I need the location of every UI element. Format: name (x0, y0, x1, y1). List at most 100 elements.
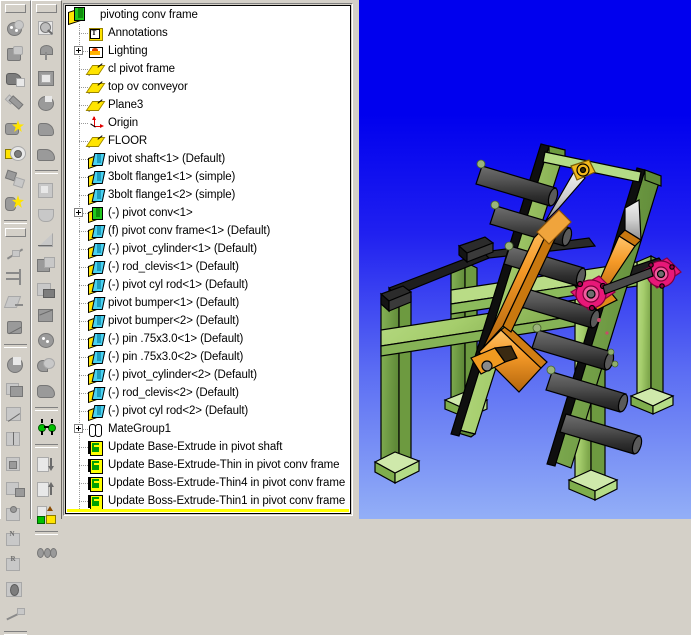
toolbar-button-coordinate-system[interactable] (2, 290, 29, 315)
assembly-tools-toolbar[interactable]: N R (0, 0, 31, 635)
tree-row[interactable]: T Annotations (66, 24, 350, 42)
tree-row[interactable]: Plane3 (66, 96, 350, 114)
toolbar-grip[interactable] (5, 4, 26, 13)
tree-row-label: (-) pivot_cylinder<2> (Default) (108, 369, 258, 381)
part-icon (88, 188, 106, 206)
explode-view-icon (4, 169, 26, 189)
toolbar-button-section-view[interactable] (2, 352, 29, 377)
toolbar-button-pan[interactable] (33, 116, 60, 141)
toolbar-button-shaded-dome[interactable] (33, 353, 60, 378)
tree-row[interactable]: (-) pivot conv<1> (66, 204, 350, 224)
tree-row[interactable]: top ov conveyor (66, 78, 350, 96)
tree-row-root[interactable]: pivoting conv frame (66, 6, 350, 26)
toolbar-button-simulation[interactable] (33, 539, 60, 564)
toolbar-button-edit-part[interactable] (2, 16, 29, 41)
part-icon (88, 260, 106, 278)
tree-expander-plus[interactable] (74, 424, 83, 433)
toolbar-button-composite-curve[interactable] (2, 477, 29, 502)
tree-row[interactable]: Update Base-Extrude in pivot shaft (66, 438, 350, 456)
cad-model-pivoting-conv-frame[interactable] (359, 0, 691, 519)
toolbar-button-shaded[interactable] (33, 253, 60, 278)
toolbar-button-move-component[interactable] (33, 415, 60, 440)
toolbar-button-insert-component[interactable] (2, 41, 29, 66)
tree-row[interactable]: FLOOR (66, 132, 350, 150)
toolbar-button-section-view[interactable] (33, 303, 60, 328)
tree-row[interactable]: (-) pivot_cylinder<1> (Default) (66, 240, 350, 260)
toolbar-grip[interactable] (5, 228, 26, 237)
suppression-state-icon (4, 94, 26, 113)
toolbar-button-helix[interactable] (2, 502, 29, 527)
tree-row-label: (-) pin .75x3.0<1> (Default) (108, 333, 244, 345)
tree-row[interactable]: cl pivot frame (66, 60, 350, 78)
tree-row-label: cl pivot frame (108, 63, 175, 75)
toolbar-button-pan-hand[interactable] (33, 378, 60, 403)
toolbar-button-split-line[interactable] (2, 427, 29, 452)
tree-row[interactable]: (-) pivot cyl rod<2> (Default) (66, 402, 350, 422)
tree-row[interactable]: (f) pivot conv frame<1> (Default) (66, 222, 350, 242)
tree-row[interactable]: pivot shaft<1> (Default) (66, 150, 350, 170)
toolbar-button-axis[interactable] (2, 265, 29, 290)
toolbar-button-reference-geometry[interactable] (2, 377, 29, 402)
part-icon (88, 314, 106, 332)
toolbar-button-smart-fasteners[interactable] (2, 191, 29, 216)
tree-row[interactable]: Update Boss-Extrude-Thin1 in pivot conv … (66, 492, 350, 510)
toolbar-button-shape[interactable] (2, 602, 29, 627)
tree-scroll-area[interactable]: pivoting conv frame T Annotations Lighting c… (66, 6, 350, 513)
toolbar-grip[interactable] (36, 4, 57, 13)
tree-expander-plus[interactable] (74, 208, 83, 217)
graphics-viewport[interactable] (359, 0, 691, 519)
toolbar-button-zoom-in-out[interactable] (33, 66, 60, 91)
toolbar-button-perspective[interactable] (33, 328, 60, 353)
tree-row[interactable]: (-) pin .75x3.0<1> (Default) (66, 330, 350, 350)
tree-row[interactable]: Update Base-Extrude-Thin in pivot conv f… (66, 456, 350, 474)
toolbar-button-move-up[interactable] (33, 477, 60, 502)
tree-row-label: Update Boss-Extrude-Thin1 in pivot conv … (108, 495, 346, 507)
toolbar-button-curve-ref[interactable]: R (2, 552, 29, 577)
tree-row[interactable]: (-) rod_clevis<2> (Default) (66, 384, 350, 404)
tree-row[interactable]: Lighting (66, 42, 350, 60)
tree-row[interactable]: pivot bumper<1> (Default) (66, 294, 350, 314)
feature-manager-panel[interactable]: pivoting conv frame T Annotations Lighting c… (63, 3, 353, 516)
move-up-icon (36, 480, 57, 499)
toolbar-button-zoom-to-fit[interactable] (33, 16, 60, 41)
toolbar-button-projected-curve[interactable] (2, 452, 29, 477)
toolbar-button-curve[interactable] (2, 402, 29, 427)
section-view-icon (5, 355, 26, 374)
tree-row[interactable]: (-) rod_clevis<1> (Default) (66, 258, 350, 278)
toolbar-button-point[interactable] (2, 240, 29, 265)
toolbar-button-hidden-lines-removed[interactable] (33, 228, 60, 253)
toolbar-button-previous-view[interactable] (33, 141, 60, 166)
toolbar-button-dome[interactable] (2, 577, 29, 602)
tree-row[interactable]: 3bolt flange1<1> (simple) (66, 168, 350, 188)
tree-row[interactable]: (-) pivot_cylinder<2> (Default) (66, 366, 350, 386)
toolbar-button-wireframe[interactable] (33, 178, 60, 203)
view-tools-toolbar[interactable] (31, 0, 62, 558)
toolbar-button-suppression-state[interactable] (2, 91, 29, 116)
tree-row[interactable]: Update Boss-Extrude-Thin4 in pivot conv … (66, 474, 350, 492)
toolbar-button-explode-view[interactable] (2, 166, 29, 191)
tree-row-label: (-) pivot cyl rod<2> (Default) (108, 405, 249, 417)
tree-row[interactable]: (-) pin .75x3.0<2> (Default) (66, 348, 350, 368)
toolbar-button-hide-show-component[interactable] (2, 66, 29, 91)
toolbar-button-curve-xyz[interactable]: N (2, 527, 29, 552)
tree-row[interactable]: Origin (66, 114, 350, 132)
toolbar-button-shadows[interactable] (33, 278, 60, 303)
tree-expander-plus[interactable] (74, 46, 83, 55)
toolbar-button-new-part[interactable] (2, 116, 29, 141)
toolbar-button-hidden-lines-visible[interactable] (33, 203, 60, 228)
plane-icon (85, 98, 106, 113)
tree-row[interactable]: pivot bumper<2> (Default) (66, 312, 350, 332)
toolbar-button-rotate-view[interactable] (33, 91, 60, 116)
toolbar-button-measure[interactable] (2, 315, 29, 340)
tree-row[interactable]: (-) pivot cyl rod<1> (Default) (66, 276, 350, 296)
tree-row-label: 3bolt flange1<1> (simple) (108, 171, 236, 183)
tree-row[interactable]: 3bolt flange1<2> (simple) (66, 186, 350, 206)
toolbar-button-move-down[interactable] (33, 452, 60, 477)
feature-manager-design-tree[interactable]: pivoting conv frame T Annotations Lighting c… (65, 5, 351, 514)
move-component-icon (36, 418, 57, 437)
tree-row[interactable]: MateGroup1 (66, 420, 350, 438)
tree-row-label: MateGroup1 (108, 423, 171, 435)
toolbar-button-edit-assembly[interactable] (2, 141, 29, 166)
toolbar-button-zoom-to-area[interactable] (33, 41, 60, 66)
toolbar-button-replace-component[interactable] (33, 502, 60, 527)
